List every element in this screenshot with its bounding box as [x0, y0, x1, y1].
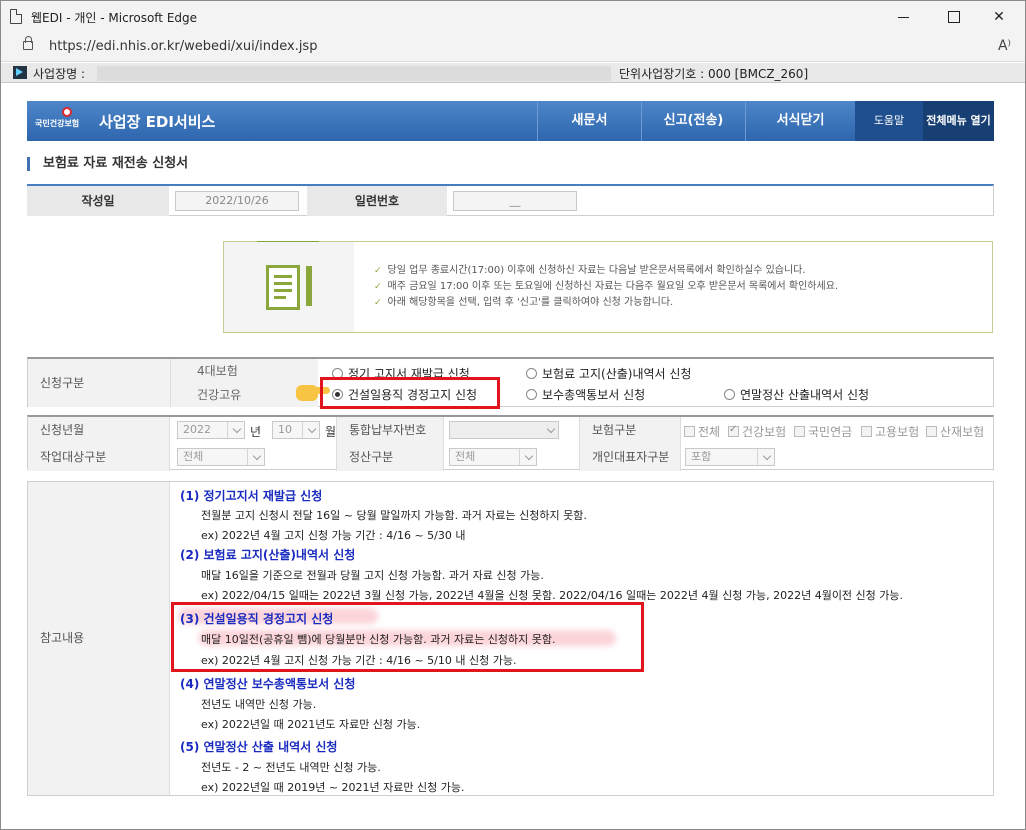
- radio-yearend-statement[interactable]: 연말정산 산출내역서 신청: [724, 386, 869, 403]
- date-label: 작성일: [27, 186, 169, 216]
- reference-item-title: (5) 연말정산 산출 내역서 신청: [180, 740, 338, 754]
- url-text[interactable]: https://edi.nhis.or.kr/webedi/xui/index.…: [49, 39, 317, 54]
- maximize-button[interactable]: [931, 5, 975, 29]
- nhis-logo: 국민건강보험: [35, 107, 93, 131]
- radio-premium-statement[interactable]: 보험료 고지(산출)내역서 신청: [526, 365, 691, 382]
- reference-item-title: (1) 정기고지서 재발급 신청: [180, 489, 323, 503]
- form-header: 작성일 2022/10/26 일련번호 __: [27, 184, 994, 216]
- checkbox-all[interactable]: 전체: [684, 423, 720, 440]
- checkbox-employment[interactable]: 고용보험: [861, 423, 919, 440]
- document-icon: [10, 9, 22, 24]
- reference-item-line: ex) 2022/04/15 일때는 2022년 3월 신청 가능, 2022년…: [201, 589, 904, 602]
- reference-item-line: 전년도 내역만 신청 가능.: [201, 698, 317, 711]
- representative-select[interactable]: 포함: [685, 448, 775, 466]
- notice-item: 매주 금요일 17:00 이후 또는 토요일에 신청하신 자료는 다음주 월요일…: [374, 279, 839, 295]
- month-select[interactable]: 10: [272, 421, 320, 439]
- year-select[interactable]: 2022: [177, 421, 245, 439]
- pencil-icon: [306, 266, 312, 306]
- reference-item-line: ex) 2022년 4월 고지 신청 가능 기간 : 4/16 ~ 5/30 내: [201, 529, 466, 542]
- reference-label: 참고내용: [28, 482, 170, 795]
- address-bar: https://edi.nhis.or.kr/webedi/xui/index.…: [1, 34, 1025, 62]
- date-field[interactable]: 2022/10/26: [175, 191, 299, 211]
- request-type-label: 신청구분: [28, 359, 170, 407]
- business-name-redacted: [97, 66, 611, 81]
- unit-code-label: 단위사업장기호 : 000 [BMCZ_260]: [619, 67, 809, 81]
- open-all-menu-button[interactable]: 전체메뉴 열기: [923, 101, 994, 141]
- year-month-label: 신청년월: [28, 417, 170, 444]
- reference-item-line: 전월분 고지 신청시 전달 16일 ~ 당월 말일까지 가능함. 과거 자료는 …: [201, 509, 587, 522]
- settlement-label: 정산구분: [336, 444, 444, 471]
- filter-section: 신청년월 2022 년 10 월 통합납부자번호 보험구분 전체 건강보험 국민…: [27, 415, 994, 471]
- menu-new-doc[interactable]: 새문서: [537, 101, 641, 141]
- page-title: 보험료 자료 재전송 신청서: [27, 157, 188, 171]
- business-info-bar: 사업장명 : 단위사업장기호 : 000 [BMCZ_260]: [1, 63, 1025, 83]
- main-nav: 국민건강보험 사업장 EDI서비스 새문서 신고(전송) 서식닫기 도움말 전체…: [27, 101, 994, 141]
- brand-title: 사업장 EDI서비스: [99, 113, 216, 131]
- business-name-label: 사업장명 :: [33, 67, 86, 81]
- close-button[interactable]: ✕: [977, 5, 1021, 29]
- request-type-section: 신청구분 4대보험 건강고유 정기 고지서 재발급 신청 보험료 고지(산출)내…: [27, 357, 994, 407]
- reference-highlight: [171, 602, 644, 672]
- title-bar: 웹EDI - 개인 - Microsoft Edge ✕: [1, 1, 1025, 34]
- checkbox-industrial[interactable]: 산재보험: [926, 423, 984, 440]
- checkbox-health[interactable]: 건강보험: [728, 423, 786, 440]
- menu-close-form[interactable]: 서식닫기: [745, 101, 855, 141]
- document-pencil-icon: [266, 265, 300, 310]
- serial-field[interactable]: __: [453, 191, 577, 211]
- notice-list: 당일 업무 종료시간(17:00) 이후에 신청하신 자료는 다음날 받은문서목…: [374, 263, 839, 311]
- settlement-select[interactable]: 전체: [449, 448, 537, 466]
- work-target-label: 작업대상구분: [28, 444, 170, 471]
- notice-item: 아래 해당항목을 선택, 입력 후 '신고'를 클릭하여야 신청 가능합니다.: [374, 295, 838, 311]
- payer-number-field[interactable]: [449, 421, 559, 439]
- representative-label: 개인대표자구분: [579, 444, 681, 471]
- reference-item-line: 전년도 - 2 ~ 전년도 내역만 신청 가능.: [201, 761, 381, 774]
- serial-label: 일련번호: [307, 186, 447, 216]
- notice-box: 당일 업무 종료시간(17:00) 이후에 신청하신 자료는 다음날 받은문서목…: [223, 241, 993, 333]
- insurance-type-label: 보험구분: [579, 417, 681, 444]
- menu-submit[interactable]: 신고(전송): [641, 101, 745, 141]
- selection-highlight: [320, 377, 500, 409]
- reference-item-line: 매달 16일을 기준으로 전월과 당월 고지 신청 가능함. 과거 자료 신청 …: [201, 569, 544, 582]
- notice-item: 당일 업무 종료시간(17:00) 이후에 신청하신 자료는 다음날 받은문서목…: [374, 263, 838, 279]
- lock-icon[interactable]: [23, 36, 33, 50]
- app-logo-icon: [13, 66, 27, 79]
- browser-window: 웹EDI - 개인 - Microsoft Edge ✕ https://edi…: [0, 0, 1026, 830]
- checkbox-pension[interactable]: 국민연금: [794, 423, 852, 440]
- logo-mark-icon: [62, 107, 72, 117]
- minimize-button[interactable]: [881, 5, 925, 29]
- work-target-select[interactable]: 전체: [177, 448, 265, 466]
- payer-number-label: 통합납부자번호: [336, 417, 444, 444]
- reference-item-line: ex) 2022년일 때 2021년도 자료만 신청 가능.: [201, 718, 421, 731]
- read-aloud-icon[interactable]: A⁾: [998, 38, 1011, 54]
- help-button[interactable]: 도움말: [855, 101, 923, 141]
- reference-item-title: (2) 보험료 고지(산출)내역서 신청: [180, 548, 356, 562]
- window-title: 웹EDI - 개인 - Microsoft Edge: [31, 11, 198, 25]
- reference-item-title: (4) 연말정산 보수총액통보서 신청: [180, 677, 356, 691]
- radio-wage-total-notice[interactable]: 보수총액통보서 신청: [526, 386, 645, 403]
- reference-item-line: ex) 2022년일 때 2019년 ~ 2021년 자료만 신청 가능.: [201, 781, 465, 794]
